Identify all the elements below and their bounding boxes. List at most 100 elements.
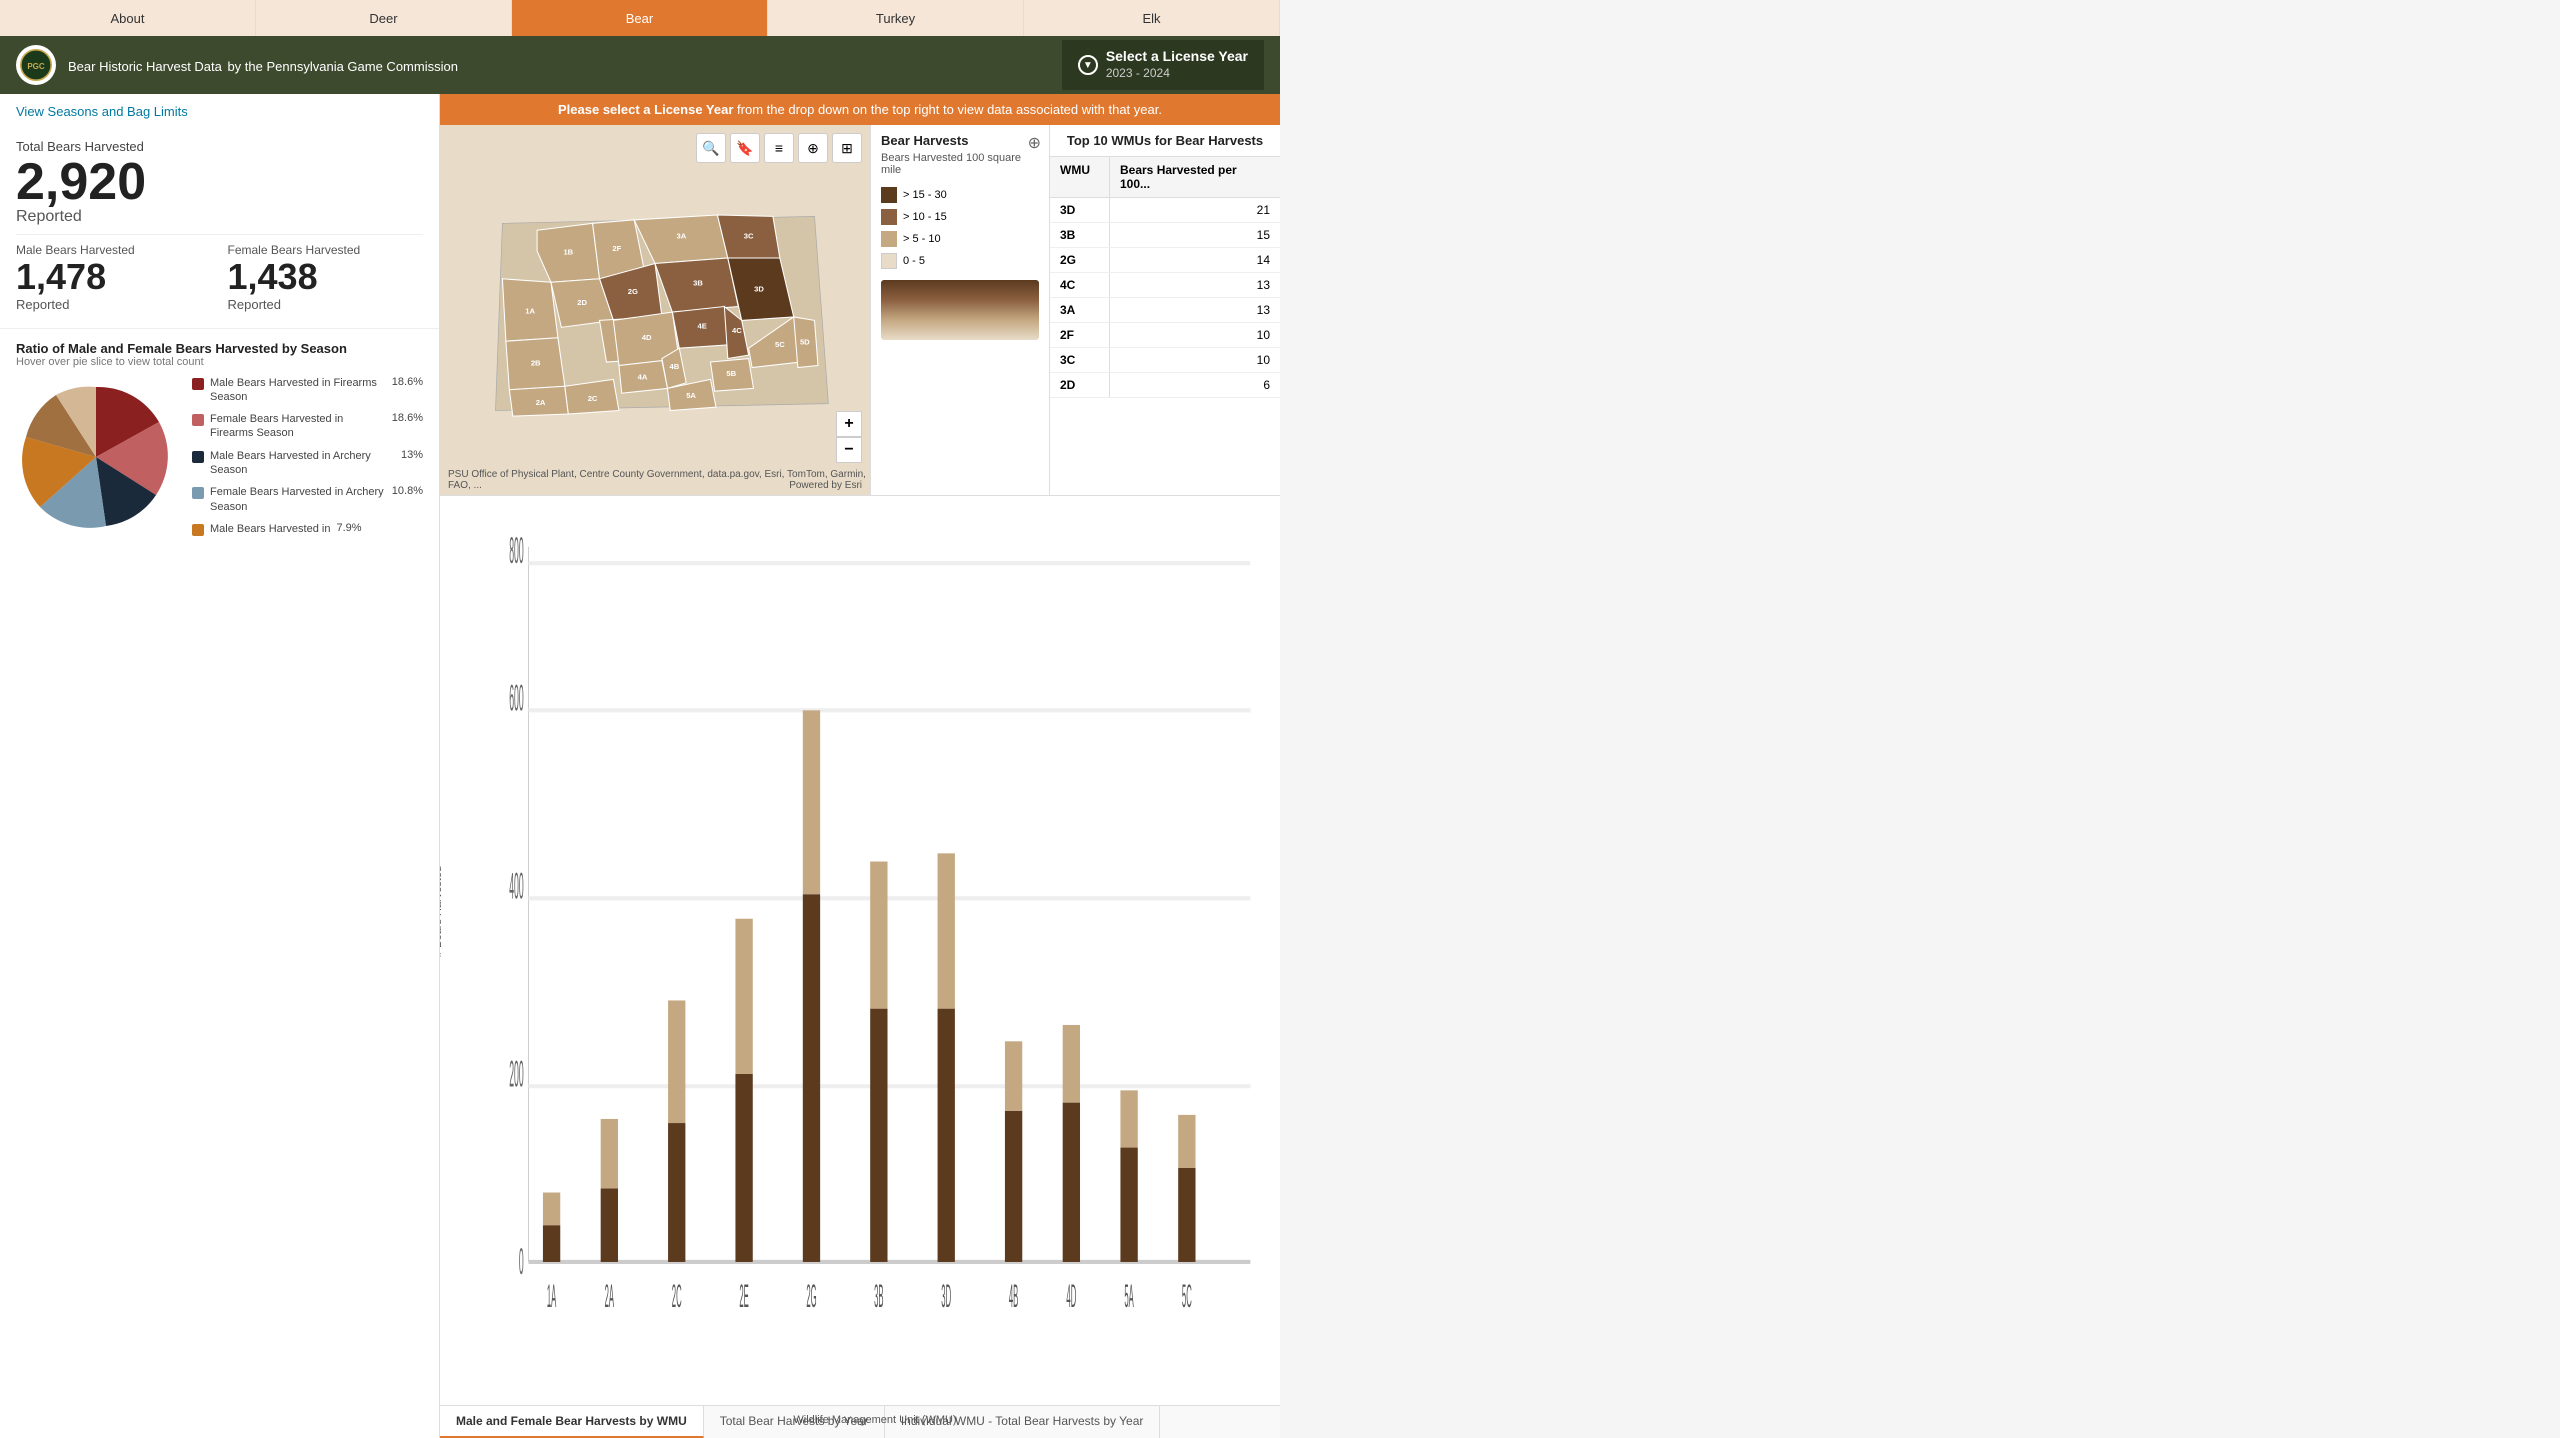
grid-tool-btn[interactable]: ⊞ [832, 133, 862, 163]
zoom-in-btn[interactable]: + [836, 411, 862, 437]
svg-text:3B: 3B [874, 1279, 883, 1315]
pie-content: Male Bears Harvested in Firearms Season … [16, 376, 423, 545]
svg-text:3B: 3B [693, 279, 703, 288]
view-seasons-link[interactable]: View Seasons and Bag Limits [0, 94, 439, 129]
legend-item-female-firearms: Female Bears Harvested in Firearms Seaso… [192, 412, 423, 441]
svg-text:4D: 4D [642, 333, 652, 342]
svg-text:4B: 4B [670, 362, 680, 371]
legend-item-female-archery: Female Bears Harvested in Archery Season… [192, 485, 423, 514]
pie-chart [16, 377, 176, 542]
svg-text:2A: 2A [536, 398, 546, 407]
top10-header: WMU Bears Harvested per 100... [1050, 157, 1280, 198]
nav-elk[interactable]: Elk [1024, 0, 1280, 36]
main-container: View Seasons and Bag Limits Total Bears … [0, 94, 1280, 1438]
legend-pct-female-firearms: 18.6% [392, 412, 423, 424]
male-bears-reported: Reported [16, 297, 212, 312]
svg-text:2D: 2D [577, 298, 587, 307]
svg-text:5B: 5B [726, 369, 736, 378]
nav-bar: About Deer Bear Turkey Elk [0, 0, 1280, 36]
header: PGC Bear Historic Harvest Data by the Pe… [0, 36, 1280, 94]
map-table-row: 1B 2F 3A 3C 1A 2G [440, 125, 1280, 495]
harvest-stats: Total Bears Harvested 2,920 Reported Mal… [0, 129, 439, 328]
svg-text:5C: 5C [1182, 1279, 1192, 1315]
list-tool-btn[interactable]: ≡ [764, 133, 794, 163]
legend-item-male-firearms: Male Bears Harvested in Firearms Season … [192, 376, 423, 405]
top10-row-7: 2D 6 [1050, 373, 1280, 398]
svg-text:PGC: PGC [27, 62, 45, 71]
legend-color-male-other [192, 524, 204, 536]
left-panel: View Seasons and Bag Limits Total Bears … [0, 94, 440, 1438]
zoom-out-btn[interactable]: − [836, 437, 862, 463]
svg-text:800: 800 [509, 530, 523, 571]
top10-wmu-3: 4C [1050, 273, 1110, 297]
top10-wmu-4: 3A [1050, 298, 1110, 322]
map-container[interactable]: 1B 2F 3A 3C 1A 2G [440, 125, 870, 495]
pie-section: Ratio of Male and Female Bears Harvested… [0, 328, 439, 557]
top10-val-1: 15 [1110, 223, 1280, 247]
total-bears-label: Total Bears Harvested [16, 139, 423, 154]
search-tool-btn[interactable]: 🔍 [696, 133, 726, 163]
legend-label-male-firearms: Male Bears Harvested in Firearms Season [210, 376, 386, 405]
harvest-legend-item-0: > 15 - 30 [871, 184, 1049, 206]
pie-subtitle: Hover over pie slice to view total count [16, 356, 423, 368]
bookmark-tool-btn[interactable]: 🔖 [730, 133, 760, 163]
svg-text:4A: 4A [638, 372, 648, 381]
top10-wmu-2: 2G [1050, 248, 1110, 272]
legend-pct-female-archery: 10.8% [392, 485, 423, 497]
map-powered-by: Powered by Esri [789, 480, 862, 491]
license-year-text: Select a License Year 2023 - 2024 [1106, 48, 1248, 82]
harvest-legend-color-1 [881, 209, 897, 225]
top10-wmu-1: 3B [1050, 223, 1110, 247]
svg-text:200: 200 [509, 1053, 523, 1094]
top10-val-5: 10 [1110, 323, 1280, 347]
sub-stats: Male Bears Harvested 1,478 Reported Fema… [16, 243, 423, 312]
female-bears-reported: Reported [228, 297, 424, 312]
svg-text:2A: 2A [605, 1279, 614, 1315]
svg-text:2C: 2C [588, 394, 598, 403]
expand-icon[interactable]: ⊕ [1028, 133, 1041, 153]
nav-bear[interactable]: Bear [512, 0, 768, 36]
legend-label-male-other: Male Bears Harvested in [210, 522, 330, 536]
legend-color-male-archery [192, 451, 204, 463]
header-title-block: Bear Historic Harvest Data by the Pennsy… [68, 54, 1062, 77]
top10-row-2: 2G 14 [1050, 248, 1280, 273]
chart-y-label: # Bears Harvested [440, 865, 444, 956]
harvest-legend-item-3: 0 - 5 [871, 250, 1049, 272]
layers-tool-btn[interactable]: ⊕ [798, 133, 828, 163]
harvest-panel-subtitle: Bears Harvested 100 square mile [871, 152, 1049, 184]
nav-turkey[interactable]: Turkey [768, 0, 1024, 36]
chart-area: # Bears Harvested 0 200 400 600 800 [440, 495, 1280, 1438]
nav-about[interactable]: About [0, 0, 256, 36]
harvest-panel: Bear Harvests Bears Harvested 100 square… [870, 125, 1050, 495]
harvest-legend-color-0 [881, 187, 897, 203]
top10-val-0: 21 [1110, 198, 1280, 222]
map-toolbar: 🔍 🔖 ≡ ⊕ ⊞ [696, 133, 862, 163]
top10-wmu-6: 3C [1050, 348, 1110, 372]
alert-bold: Please select a License Year [558, 102, 733, 117]
pie-legend: Male Bears Harvested in Firearms Season … [192, 376, 423, 545]
header-title-main: Bear Historic Harvest Data [68, 59, 222, 74]
legend-color-male-firearms [192, 378, 204, 390]
male-bears-value: 1,478 [16, 257, 212, 297]
license-year-selector[interactable]: ▼ Select a License Year 2023 - 2024 [1062, 40, 1264, 90]
svg-text:5A: 5A [1124, 1279, 1133, 1315]
svg-text:4C: 4C [732, 326, 742, 335]
female-bears-value: 1,438 [228, 257, 424, 297]
nav-deer[interactable]: Deer [256, 0, 512, 36]
male-bears-label: Male Bears Harvested [16, 243, 212, 257]
top10-col-val-header: Bears Harvested per 100... [1110, 157, 1280, 197]
top10-row-3: 4C 13 [1050, 273, 1280, 298]
svg-text:600: 600 [509, 677, 523, 718]
map-svg: 1B 2F 3A 3C 1A 2G [440, 125, 870, 495]
top10-row-0: 3D 21 [1050, 198, 1280, 223]
top10-val-3: 13 [1110, 273, 1280, 297]
top10-wmu-5: 2F [1050, 323, 1110, 347]
bar-chart-svg: 0 200 400 600 800 1A [490, 506, 1260, 1405]
header-subtitle: by the Pennsylvania Game Commission [227, 58, 458, 74]
svg-text:4E: 4E [698, 322, 707, 331]
pie-title: Ratio of Male and Female Bears Harvested… [16, 341, 423, 356]
svg-text:2E: 2E [739, 1279, 748, 1315]
legend-label-male-archery: Male Bears Harvested in Archery Season [210, 449, 395, 478]
top10-val-6: 10 [1110, 348, 1280, 372]
legend-item-male-archery: Male Bears Harvested in Archery Season 1… [192, 449, 423, 478]
